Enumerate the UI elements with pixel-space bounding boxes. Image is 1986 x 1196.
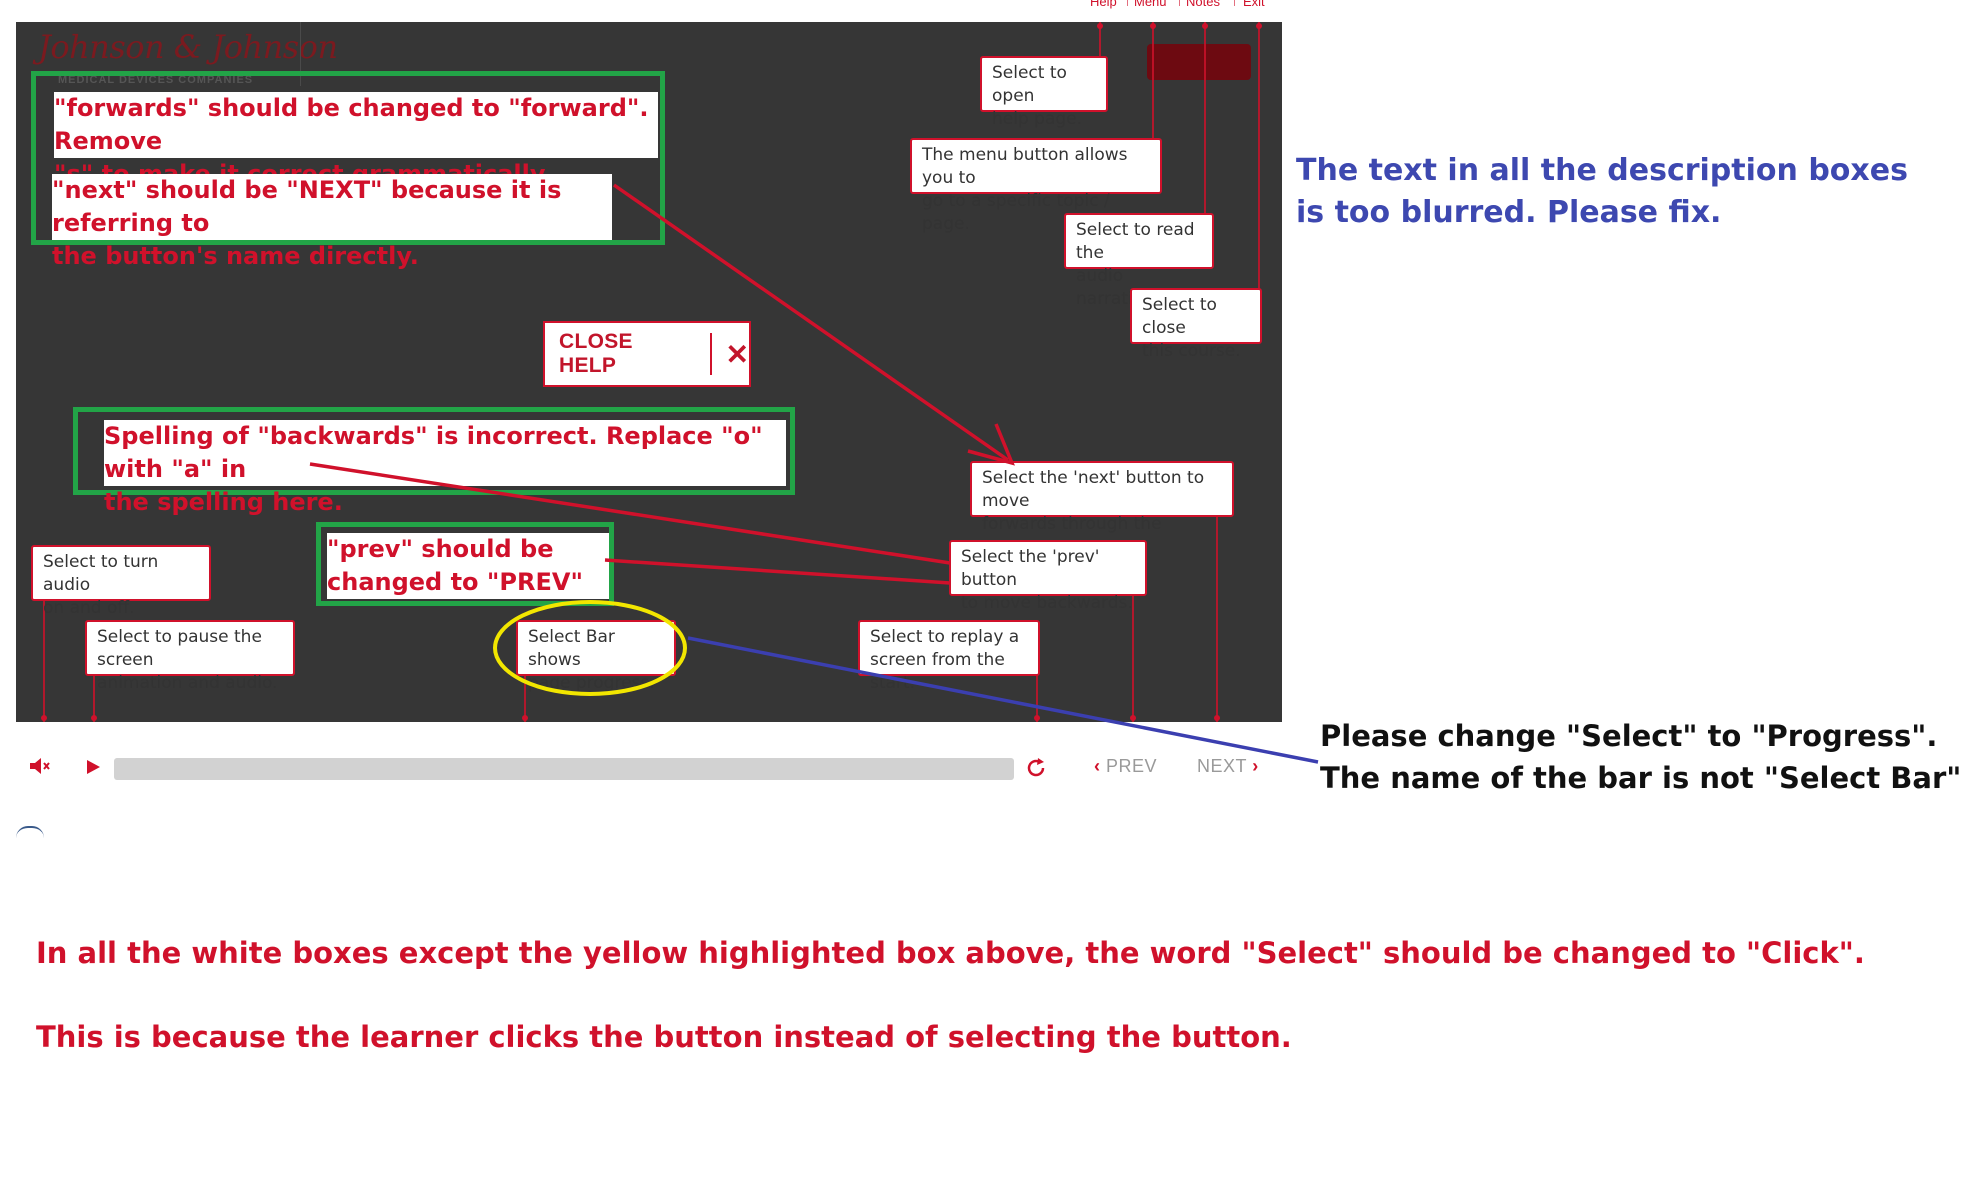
line-to-progress-note <box>687 636 1319 764</box>
progress-bar-note: Please change "Select" to "Progress". Th… <box>1320 719 1962 795</box>
click-note-1: In all the white boxes except the yellow… <box>36 936 1865 970</box>
line-to-prev-description <box>309 462 951 565</box>
prev-label: PREV <box>1106 756 1158 776</box>
click-note-2: This is because the learner clicks the b… <box>36 1020 1292 1054</box>
arrow-to-next-description <box>612 183 1010 462</box>
blurred-text-note: The text in all the description boxes is… <box>1296 153 1908 230</box>
progress-bar[interactable] <box>114 758 1014 780</box>
replay-icon[interactable] <box>1024 756 1048 785</box>
next-button[interactable]: NEXT › <box>1197 756 1259 777</box>
chevron-right-icon: › <box>1252 756 1259 776</box>
line-to-prev-description <box>604 558 951 585</box>
play-icon[interactable] <box>84 758 102 781</box>
chevron-left-icon: ‹ <box>1094 756 1101 776</box>
next-label: NEXT <box>1197 756 1247 776</box>
yellow-highlight <box>493 600 687 696</box>
prev-button[interactable]: ‹ PREV <box>1094 756 1157 777</box>
speaker-icon[interactable] <box>28 756 50 781</box>
